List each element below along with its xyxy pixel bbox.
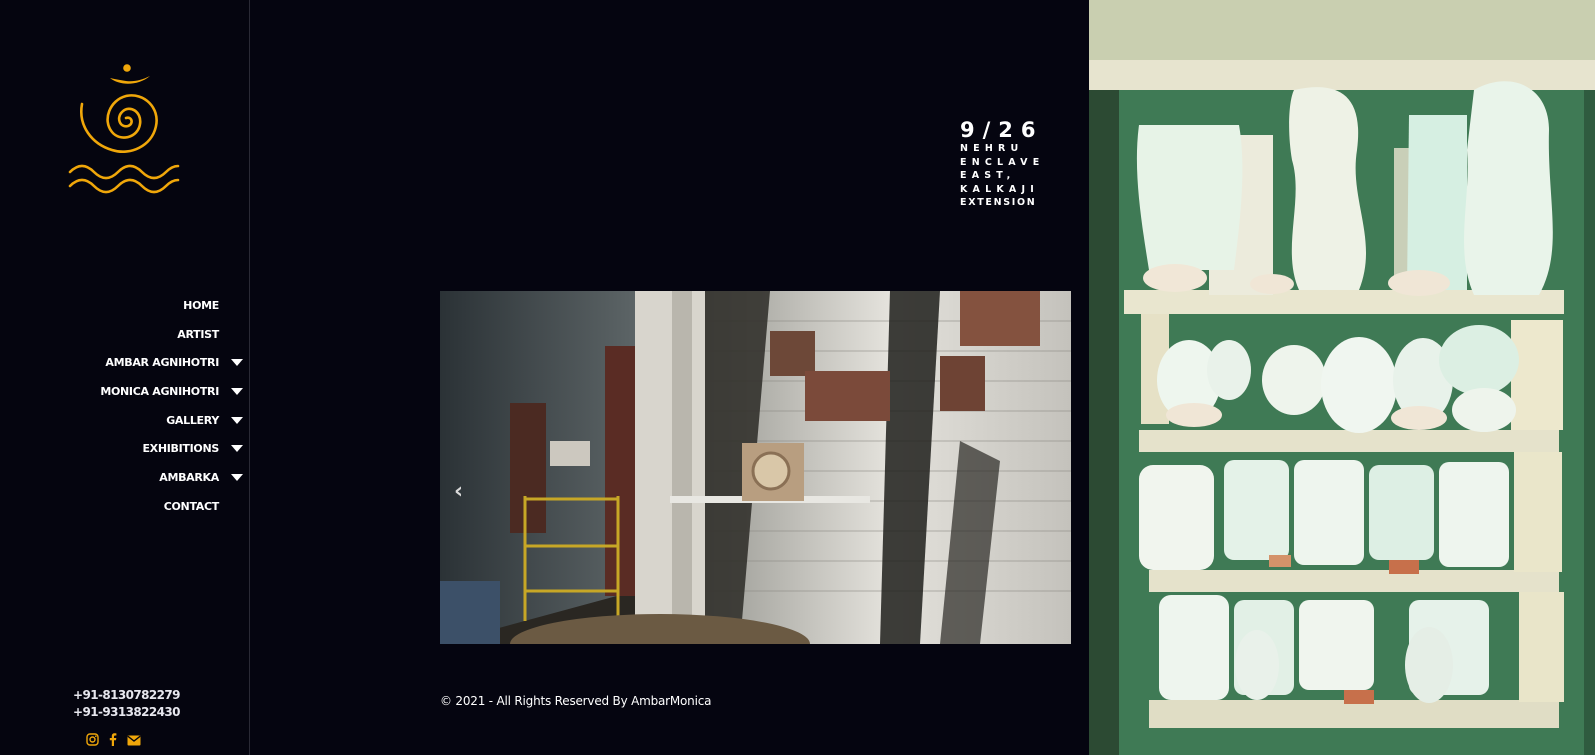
spiral-waves-logo[interactable]	[64, 60, 184, 200]
studio-address: 9/26 NEHRU ENCLAVE EAST, KALKAJI EXTENSI…	[960, 118, 1050, 210]
phone-number[interactable]: +91-9313822430	[73, 704, 180, 721]
chevron-left-icon[interactable]: ‹	[454, 479, 463, 504]
nav-item-contact[interactable]: CONTACT	[100, 492, 220, 521]
caret-down-icon[interactable]	[231, 416, 243, 424]
nav-item-label: AMBARKA	[159, 470, 219, 484]
main-navigation: HOME ARTIST AMBAR AGNIHOTRI MONICA AGNIH…	[100, 291, 243, 521]
social-links	[86, 733, 141, 751]
phone-numbers: +91-8130782279 +91-9313822430	[73, 687, 180, 721]
envelope-icon[interactable]	[127, 733, 141, 751]
copyright-text: © 2021 - All Rights Reserved By AmbarMon…	[440, 694, 712, 708]
nav-item-ambarka[interactable]: AMBARKA	[100, 463, 243, 492]
address-line: EXTENSION	[960, 197, 1037, 208]
studio-photo-slider[interactable]: ‹	[440, 291, 1071, 644]
address-line: KALKAJI	[960, 183, 1039, 195]
nav-item-label: ARTIST	[177, 327, 219, 341]
pottery-shelf-photo	[1089, 0, 1595, 755]
nav-item-label: CONTACT	[163, 499, 220, 513]
nav-item-label: HOME	[183, 298, 219, 312]
address-line: EAST,	[960, 170, 1016, 181]
studio-interior-photo	[440, 291, 1071, 644]
address-line: NEHRU	[960, 143, 1024, 154]
nav-item-monica-agnihotri[interactable]: MONICA AGNIHOTRI	[100, 377, 243, 406]
nav-item-label: MONICA AGNIHOTRI	[100, 384, 219, 398]
phone-number[interactable]: +91-8130782279	[73, 687, 180, 704]
facebook-icon[interactable]	[109, 733, 117, 751]
caret-down-icon[interactable]	[231, 445, 243, 453]
nav-item-artist[interactable]: ARTIST	[100, 320, 219, 349]
nav-item-gallery[interactable]: GALLERY	[100, 406, 243, 435]
address-number: 9/26	[960, 118, 1044, 142]
nav-item-home[interactable]: HOME	[100, 291, 219, 320]
nav-item-label: AMBAR AGNIHOTRI	[105, 356, 219, 370]
instagram-icon[interactable]	[86, 733, 99, 751]
caret-down-icon[interactable]	[231, 473, 243, 481]
caret-down-icon[interactable]	[231, 359, 243, 367]
nav-item-exhibitions[interactable]: EXHIBITIONS	[100, 434, 243, 463]
address-line: ENCLAVE	[960, 156, 1045, 168]
nav-item-label: EXHIBITIONS	[142, 442, 219, 456]
sidebar: HOME ARTIST AMBAR AGNIHOTRI MONICA AGNIH…	[0, 0, 250, 755]
nav-item-label: GALLERY	[166, 413, 219, 427]
nav-item-ambar-agnihotri[interactable]: AMBAR AGNIHOTRI	[100, 348, 243, 377]
caret-down-icon[interactable]	[231, 387, 243, 395]
